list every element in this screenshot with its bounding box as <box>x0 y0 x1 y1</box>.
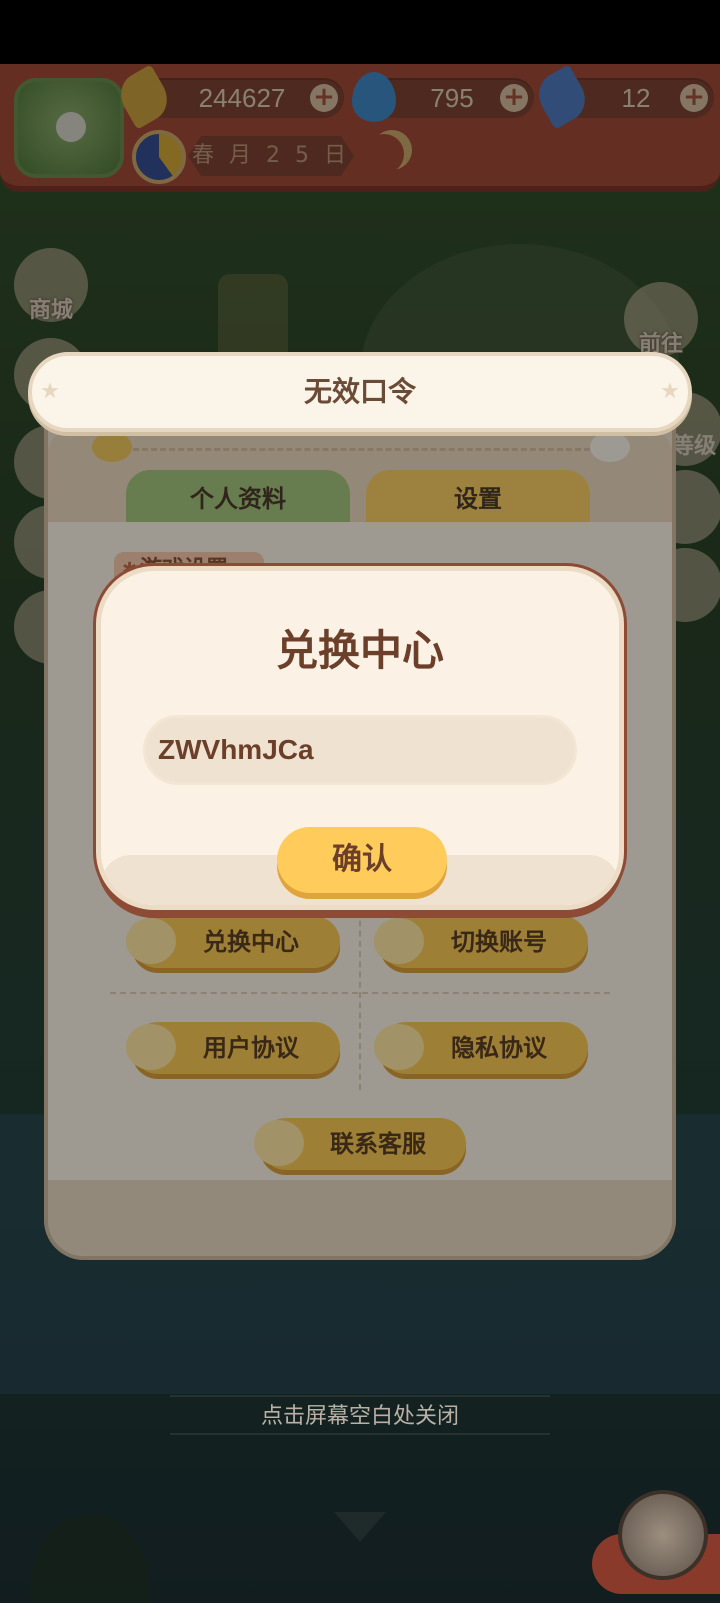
toast-message: 无效口令 <box>303 375 416 408</box>
status-bar <box>0 0 720 64</box>
toast-invalid-code: ★ 无效口令 ★ <box>28 352 692 432</box>
yarn-icon[interactable] <box>618 1490 708 1580</box>
redeem-code-input[interactable] <box>143 715 577 785</box>
close-hint: 点击屏幕空白处关闭 <box>170 1395 550 1435</box>
confirm-button[interactable]: 确认 <box>277 827 447 893</box>
dialog-title: 兑换中心 <box>275 626 444 675</box>
star-icon: ★ <box>40 379 60 404</box>
collapse-icon[interactable] <box>334 1512 386 1542</box>
star-icon: ★ <box>660 379 680 404</box>
redeem-dialog: 兑换中心 确认 <box>96 566 624 910</box>
